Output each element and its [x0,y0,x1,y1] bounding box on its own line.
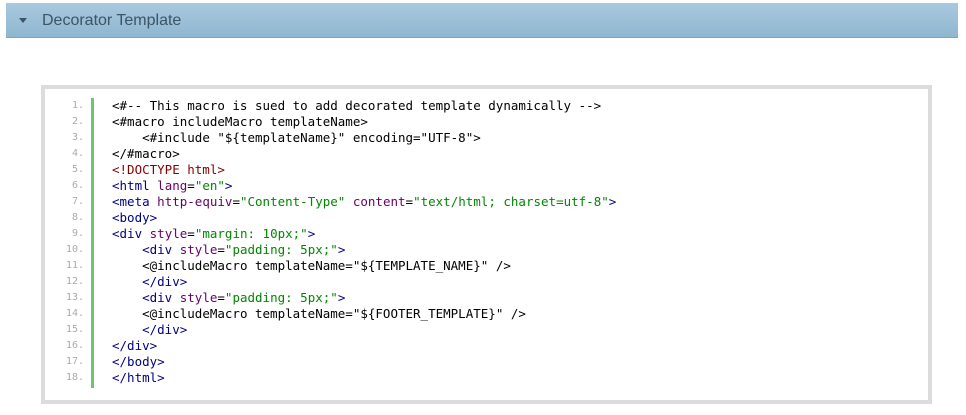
code-text: </html> [112,370,165,385]
code-text: </body> [112,354,165,369]
code-text: <!DOCTYPE html> [112,162,225,177]
line-number: 10. [65,244,84,255]
line-number: 18. [65,372,84,383]
code-text: <body> [112,210,158,225]
code-text: <#-- This macro is sued to add decorated… [112,98,602,113]
gutter-bar [91,98,94,388]
line-number: 12. [65,276,84,287]
code-text: <meta http-equiv="Content-Type" content=… [112,194,617,209]
line-number: 8. [71,212,84,223]
code-text: <#macro includeMacro templateName> [112,114,368,129]
line-number: 16. [65,340,84,351]
line-number: 5. [71,164,84,175]
collapse-arrow-icon[interactable] [19,18,27,23]
line-number: 6. [71,180,84,191]
line-number: 9. [71,228,84,239]
code-text: <div style="padding: 5px;"> [142,242,346,257]
code-text: <@includeMacro templateName="${FOOTER_TE… [142,306,526,321]
line-number: 15. [65,324,84,335]
code-text: <@includeMacro templateName="${TEMPLATE_… [142,258,511,273]
line-number: 13. [65,292,84,303]
line-number: 1. [71,100,84,111]
code-text: </div> [112,338,158,353]
code-text: </#macro> [112,146,180,161]
line-number: 4. [71,148,84,159]
code-block: 1. <#-- This macro is sued to add decorat… [44,98,924,390]
code-text: </div> [142,322,188,337]
line-number: 14. [65,308,84,319]
line-number: 3. [71,132,84,143]
code-text: <#include "${templateName}" encoding="UT… [142,130,481,145]
section-header[interactable]: Decorator Template [6,3,958,38]
line-number: 11. [65,260,84,271]
code-text: <div style="margin: 10px;"> [112,226,316,241]
code-text: <div style="padding: 5px;"> [142,290,346,305]
section-title: Decorator Template [42,12,182,29]
code-text: </div> [142,274,188,289]
line-number: 17. [65,356,84,367]
line-number: 7. [71,196,84,207]
line-number: 2. [71,116,84,127]
code-text: <html lang="en"> [112,178,233,193]
